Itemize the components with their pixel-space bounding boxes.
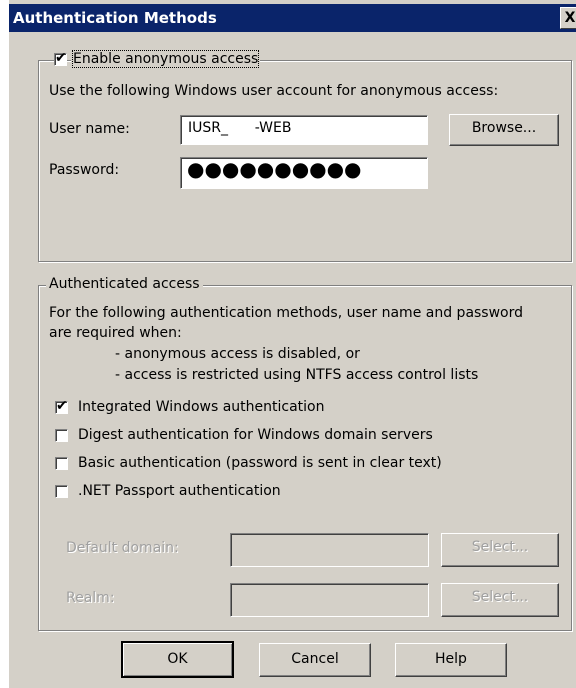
- user-name-value: IUSR_ -WEB: [188, 120, 292, 136]
- user-name-label: User name:: [49, 121, 130, 137]
- basic-auth-checkbox[interactable]: [55, 457, 68, 470]
- ok-button-label: OK: [167, 651, 188, 667]
- help-button[interactable]: Help: [395, 643, 507, 677]
- anonymous-description: Use the following Windows user account f…: [49, 83, 499, 99]
- digest-auth-label[interactable]: Digest authentication for Windows domain…: [78, 427, 433, 443]
- password-label: Password:: [49, 162, 120, 178]
- integrated-windows-auth-label[interactable]: Integrated Windows authentication: [78, 399, 324, 415]
- cancel-button-label: Cancel: [291, 651, 339, 667]
- realm-field[interactable]: [230, 583, 429, 617]
- enable-anonymous-access-checkbox[interactable]: ✔: [54, 50, 67, 66]
- authenticated-description-line1: For the following authentication methods…: [49, 305, 524, 321]
- authenticated-description-line2: are required when:: [49, 325, 182, 341]
- realm-select-button[interactable]: Select...: [441, 583, 559, 617]
- condition-anonymous-disabled: - anonymous access is disabled, or: [115, 346, 360, 362]
- realm-select-label: Select...: [471, 589, 529, 605]
- checkmark-icon: ✔: [55, 50, 67, 66]
- basic-auth-label[interactable]: Basic authentication (password is sent i…: [78, 455, 442, 471]
- title-bar[interactable]: Authentication Methods X: [9, 4, 576, 32]
- integrated-windows-auth-checkbox[interactable]: ✔: [55, 398, 68, 414]
- password-field[interactable]: ●●●●●●●●●●: [180, 157, 428, 189]
- digest-auth-checkbox[interactable]: [55, 429, 68, 442]
- checkmark-icon: ✔: [56, 398, 68, 414]
- authentication-methods-dialog: Authentication Methods X ✔ Enable anonym…: [7, 0, 576, 688]
- enable-anonymous-access-label[interactable]: Enable anonymous access: [71, 50, 261, 68]
- close-button[interactable]: X: [560, 7, 576, 29]
- enable-anonymous-access-text: Enable anonymous access: [71, 50, 260, 68]
- browse-button-label: Browse...: [471, 120, 537, 136]
- dialog-title: Authentication Methods: [13, 9, 217, 27]
- default-domain-label: Default domain:: [66, 540, 179, 556]
- default-domain-select-button[interactable]: Select...: [441, 533, 559, 567]
- authenticated-access-legend: Authenticated access: [46, 276, 203, 292]
- ok-button[interactable]: OK: [121, 641, 234, 678]
- condition-ntfs-restricted: - access is restricted using NTFS access…: [115, 367, 479, 383]
- password-value: ●●●●●●●●●●: [187, 157, 362, 181]
- default-domain-field[interactable]: [230, 533, 429, 567]
- cancel-button[interactable]: Cancel: [259, 643, 371, 677]
- browse-button[interactable]: Browse...: [449, 114, 559, 146]
- default-domain-select-label: Select...: [471, 539, 529, 555]
- passport-auth-label[interactable]: .NET Passport authentication: [78, 483, 281, 499]
- realm-label: Realm:: [66, 590, 115, 606]
- user-name-field[interactable]: IUSR_ -WEB: [180, 115, 428, 145]
- passport-auth-checkbox[interactable]: [55, 485, 68, 498]
- help-button-label: Help: [435, 651, 467, 667]
